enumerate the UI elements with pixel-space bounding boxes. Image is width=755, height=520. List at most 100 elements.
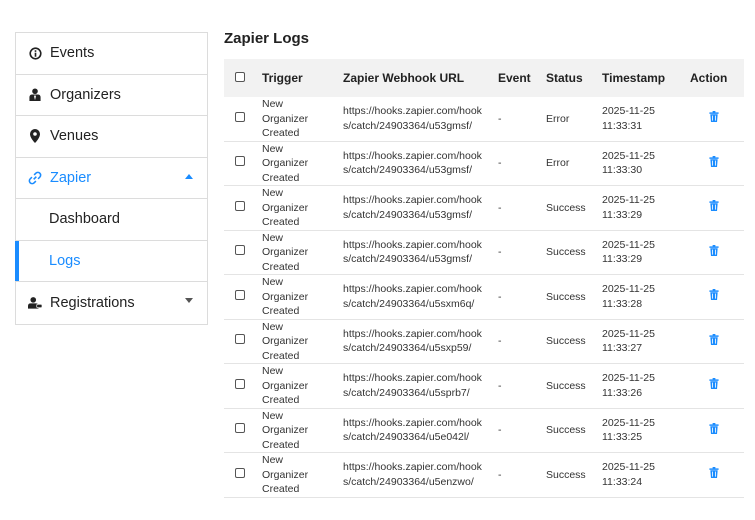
table-row: New Organizer Created https://hooks.zapi… (224, 141, 744, 186)
status-cell: Error (546, 112, 570, 125)
trash-icon[interactable] (709, 155, 719, 172)
timestamp-date: 2025-11-25 (602, 372, 655, 385)
select-all-cell (224, 59, 256, 97)
info-circle-icon (28, 46, 42, 60)
row-select-cell (224, 408, 256, 453)
action-cell (684, 141, 744, 186)
sidebar-item-label: Zapier (50, 169, 92, 186)
trash-icon[interactable] (709, 422, 719, 439)
action-cell (684, 275, 744, 320)
row-checkbox[interactable] (235, 378, 245, 389)
select-all-checkbox[interactable] (235, 72, 245, 82)
sidebar-item-label: Venues (50, 128, 99, 145)
status-cell: Success (546, 468, 586, 481)
trigger-cell: New Organizer Created (262, 276, 309, 318)
column-header-url[interactable]: Zapier Webhook URL (337, 59, 492, 97)
row-checkbox[interactable] (235, 200, 245, 211)
timestamp-time: 11:33:29 (602, 253, 643, 266)
timestamp-cell: 2025-11-25 11:33:31 (596, 97, 684, 141)
trigger-cell: New Organizer Created (262, 409, 309, 451)
trash-icon[interactable] (709, 333, 719, 350)
trash-icon[interactable] (709, 378, 719, 394)
status-cell: Success (546, 424, 586, 437)
trigger-cell: New Organizer Created (262, 142, 309, 184)
table-row: New Organizer Created https://hooks.zapi… (224, 408, 744, 453)
webhook-url-cell: https://hooks.zapier.com/hooks/catch/249… (343, 105, 482, 132)
event-cell: - (498, 246, 502, 259)
row-checkbox[interactable] (235, 245, 245, 256)
timestamp-date: 2025-11-25 (602, 238, 655, 251)
sidebar-item-label: Dashboard (49, 211, 120, 228)
row-select-cell (224, 97, 256, 141)
sidebar-item-organizers[interactable]: Organizers (16, 75, 207, 116)
row-select-cell (224, 453, 256, 498)
event-cell: - (498, 424, 502, 437)
table-header-row: Trigger Zapier Webhook URL Event Status … (224, 59, 744, 97)
event-cell: - (498, 157, 502, 170)
sidebar-item-events[interactable]: Events (16, 33, 207, 75)
page-title: Zapier Logs (224, 30, 310, 47)
sidebar-item-logs[interactable]: Logs (15, 240, 207, 282)
timestamp-time: 11:33:31 (602, 119, 643, 132)
timestamp-cell: 2025-11-25 11:33:30 (596, 141, 684, 186)
timestamp-time: 11:33:28 (602, 297, 643, 310)
event-cell: - (498, 468, 502, 481)
column-header-event[interactable]: Event (492, 59, 540, 97)
timestamp-cell: 2025-11-25 11:33:29 (596, 186, 684, 231)
column-header-trigger[interactable]: Trigger (256, 59, 337, 97)
sidebar-item-label: Organizers (50, 86, 121, 103)
row-checkbox[interactable] (235, 467, 245, 478)
status-cell: Error (546, 157, 570, 170)
table-row: New Organizer Created https://hooks.zapi… (224, 364, 744, 409)
trigger-cell: New Organizer Created (262, 320, 309, 362)
trigger-cell: New Organizer Created (262, 187, 309, 229)
column-header-timestamp[interactable]: Timestamp (596, 59, 684, 97)
timestamp-date: 2025-11-25 (602, 149, 655, 162)
timestamp-cell: 2025-11-25 11:33:28 (596, 275, 684, 320)
sidebar-item-zapier[interactable]: Zapier (16, 158, 207, 199)
row-select-cell (224, 230, 256, 275)
trash-icon[interactable] (709, 200, 719, 216)
row-checkbox[interactable] (235, 423, 245, 434)
timestamp-date: 2025-11-25 (602, 283, 655, 296)
row-checkbox[interactable] (235, 334, 245, 345)
action-cell (684, 364, 744, 409)
timestamp-cell: 2025-11-25 11:33:29 (596, 230, 684, 275)
webhook-url-cell: https://hooks.zapier.com/hooks/catch/249… (343, 372, 482, 399)
status-cell: Success (546, 290, 586, 303)
row-checkbox[interactable] (235, 111, 245, 122)
trigger-cell: New Organizer Created (262, 454, 309, 496)
trash-icon[interactable] (709, 289, 719, 305)
status-cell: Success (546, 246, 586, 259)
table-row: New Organizer Created https://hooks.zapi… (224, 97, 744, 142)
table-row: New Organizer Created https://hooks.zapi… (224, 186, 744, 231)
event-cell: - (498, 379, 502, 392)
webhook-url-cell: https://hooks.zapier.com/hooks/catch/249… (343, 461, 482, 488)
action-cell (684, 230, 744, 275)
user-tie-icon (28, 88, 42, 102)
timestamp-date: 2025-11-25 (602, 105, 655, 118)
sidebar-item-registrations[interactable]: Registrations (16, 282, 207, 324)
event-cell: - (498, 201, 502, 214)
timestamp-time: 11:33:29 (602, 208, 643, 221)
timestamp-date: 2025-11-25 (602, 327, 655, 340)
webhook-url-cell: https://hooks.zapier.com/hooks/catch/249… (343, 149, 482, 177)
row-select-cell (224, 275, 256, 320)
timestamp-cell: 2025-11-25 11:33:26 (596, 364, 684, 409)
timestamp-time: 11:33:26 (602, 386, 643, 399)
column-header-action: Action (690, 71, 728, 85)
trash-icon[interactable] (709, 467, 719, 483)
event-cell: - (498, 290, 502, 303)
map-pin-icon (28, 129, 42, 144)
table-row: New Organizer Created https://hooks.zapi… (224, 319, 744, 364)
sidebar-item-dashboard[interactable]: Dashboard (16, 199, 207, 241)
row-checkbox[interactable] (235, 289, 245, 300)
trash-icon[interactable] (709, 111, 719, 127)
sidebar-item-venues[interactable]: Venues (16, 116, 207, 158)
column-header-status[interactable]: Status (540, 59, 596, 97)
row-checkbox[interactable] (235, 156, 245, 167)
trash-icon[interactable] (709, 244, 719, 261)
action-cell (684, 408, 744, 453)
action-cell (684, 319, 744, 364)
table-row: New Organizer Created https://hooks.zapi… (224, 275, 744, 320)
